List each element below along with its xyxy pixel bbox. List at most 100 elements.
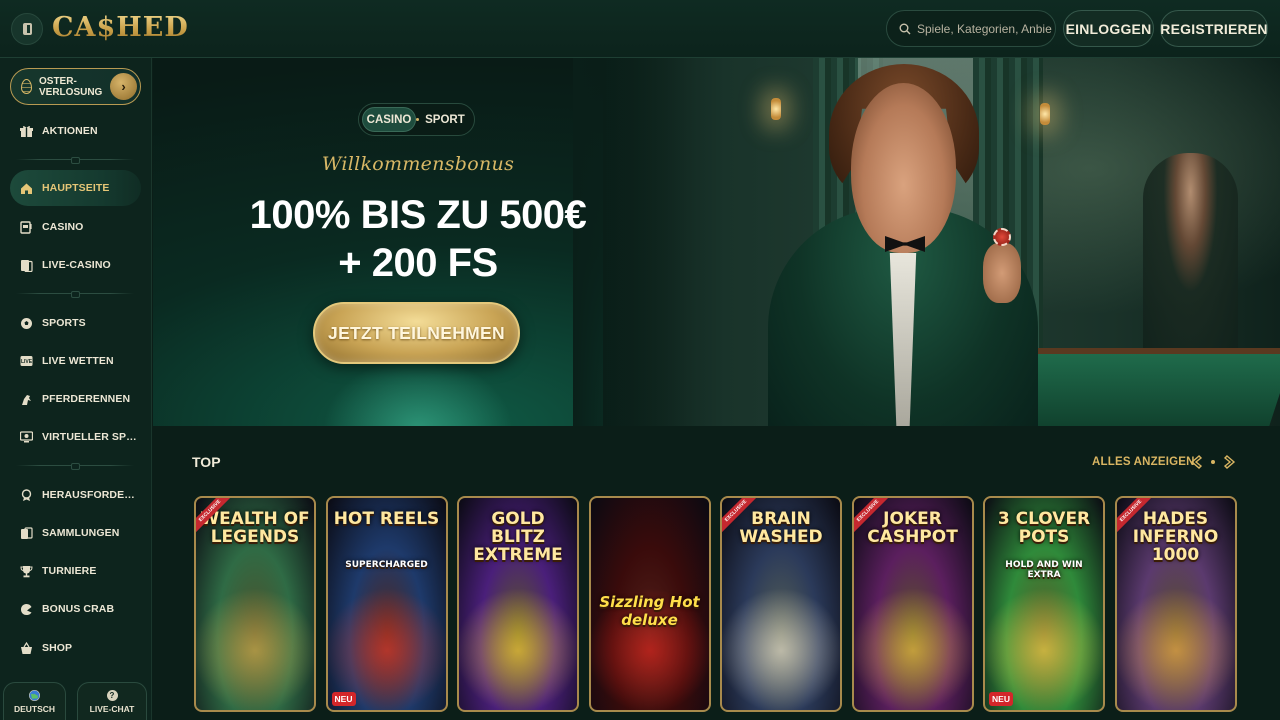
arrow-right-icon[interactable] xyxy=(1221,454,1237,470)
bonus-headline-line2: + 200 FS xyxy=(338,241,498,285)
hand xyxy=(983,243,1021,303)
crab-icon xyxy=(19,602,33,616)
sidebar-item-tournaments[interactable]: TURNIERE xyxy=(10,553,141,589)
sidebar-item-shop[interactable]: SHOP xyxy=(10,630,141,666)
hero-image xyxy=(603,58,1280,426)
game-subtitle: SUPERCHARGED xyxy=(345,560,428,570)
sidebar-item-label: AKTIONEN xyxy=(42,125,98,137)
toggle-casino[interactable]: CASINO xyxy=(362,107,417,132)
home-icon xyxy=(19,181,33,195)
game-tile[interactable]: Sizzling Hot deluxe xyxy=(588,496,711,712)
sidebar-item-challenges[interactable]: HERAUSFORDERUN... xyxy=(10,477,141,513)
easter-raffle-button[interactable]: OSTER- VERLOSUNG › xyxy=(10,68,141,105)
trophy-icon xyxy=(19,564,33,578)
game-artwork xyxy=(327,498,446,710)
sidebar-item-live-betting[interactable]: LIVE LIVE WETTEN xyxy=(10,343,141,379)
sidebar-item-bonus-crab[interactable]: BONUS CRAB xyxy=(10,591,141,627)
section-title-top: TOP xyxy=(192,454,221,470)
sidebar-item-label: SPORTS xyxy=(42,317,86,329)
sidebar-item-label: PFERDERENNEN xyxy=(42,393,131,405)
game-title: 3 CLOVER POTS xyxy=(997,509,1091,547)
sidebar-item-label: VIRTUELLER SPORT xyxy=(42,431,138,443)
logo[interactable]: CA$HED xyxy=(52,12,189,43)
help-icon: ? xyxy=(106,689,118,701)
carousel-arrows xyxy=(1189,453,1237,471)
egg-icon xyxy=(21,79,32,94)
sidebar-item-label: TURNIERE xyxy=(42,565,97,577)
game-title: BRAIN WASHED xyxy=(739,509,823,547)
search-icon xyxy=(899,23,911,35)
sidebar-item-label: SHOP xyxy=(42,642,73,654)
game-title: Sizzling Hot deluxe xyxy=(599,593,700,629)
game-tile[interactable]: 3 CLOVER POTS HOLD AND WIN EXTRA NEU xyxy=(983,496,1105,712)
cards-icon xyxy=(19,258,33,272)
show-all-link[interactable]: ALLES ANZEIGEN xyxy=(1092,456,1195,468)
toggle-sport[interactable]: SPORT xyxy=(419,107,471,132)
game-tile[interactable]: JOKER CASHPOT EXCLUSIVE xyxy=(851,496,974,712)
carousel-dot xyxy=(1211,460,1215,464)
sidebar-toggle-icon xyxy=(22,23,32,35)
sidebar-item-casino[interactable]: CASINO xyxy=(10,209,141,245)
game-tile[interactable]: GOLD BLITZ EXTREME xyxy=(457,496,579,712)
sidebar-item-label: HERAUSFORDERUN... xyxy=(42,489,138,501)
game-tile[interactable]: HADES INFERNO 1000 EXCLUSIVE xyxy=(1114,496,1237,712)
sidebar-item-label: CASINO xyxy=(42,221,84,233)
language-button[interactable]: DEUTSCH xyxy=(3,682,66,720)
sidebar-item-virtual-sports[interactable]: VIRTUELLER SPORT xyxy=(10,419,141,455)
challenge-icon xyxy=(19,488,33,502)
man-head xyxy=(851,83,956,253)
horse-icon xyxy=(19,392,33,406)
svg-text:LIVE: LIVE xyxy=(20,359,32,365)
game-tile[interactable]: BRAIN WASHED EXCLUSIVE xyxy=(720,496,842,712)
bonus-headline: 100% BIS ZU 500€ + 200 FS xyxy=(223,191,613,287)
login-button[interactable]: EINLOGGEN xyxy=(1063,10,1154,47)
language-label: DEUTSCH xyxy=(13,703,56,714)
search-box[interactable] xyxy=(886,10,1056,47)
slot-machine-icon xyxy=(19,220,33,234)
new-badge: NEU xyxy=(989,692,1013,706)
hero-banner[interactable]: CASINO SPORT Willkommensbonus 100% BIS Z… xyxy=(153,58,1280,426)
bonus-headline-line1: 100% BIS ZU 500€ xyxy=(249,193,587,237)
sidebar-item-horse-racing[interactable]: PFERDERENNEN xyxy=(10,381,141,417)
top-header: CA$HED EINLOGGEN REGISTRIEREN xyxy=(0,0,1280,58)
search-input[interactable] xyxy=(917,21,1052,36)
sidebar-item-label: LIVE-CASINO xyxy=(42,259,111,271)
virtual-sport-icon xyxy=(19,430,33,444)
arrow-left-icon[interactable] xyxy=(1189,454,1205,470)
top-games-row: WEALTH OF LEGENDS EXCLUSIVE HOT REELS SUPER… xyxy=(194,496,1240,712)
live-icon: LIVE xyxy=(19,354,33,368)
sidebar-item-promotions[interactable]: AKTIONEN xyxy=(10,113,141,149)
live-chat-label: LIVE-CHAT xyxy=(89,703,135,714)
game-tile[interactable]: WEALTH OF LEGENDS EXCLUSIVE xyxy=(194,496,316,712)
join-now-button[interactable]: JETZT TEILNEHMEN xyxy=(313,302,520,364)
game-tile[interactable]: HOT REELS SUPERCHARGED NEU xyxy=(325,496,448,712)
casino-table xyxy=(998,348,1280,426)
sidebar-item-label: SAMMLUNGEN xyxy=(42,527,120,539)
game-title: WEALTH OF LEGENDS xyxy=(200,509,310,547)
globe-icon xyxy=(29,689,40,701)
wall-lamp xyxy=(1040,103,1050,125)
welcome-bonus-subtitle: Willkommensbonus xyxy=(321,153,515,175)
game-subtitle: HOLD AND WIN EXTRA xyxy=(1005,560,1083,580)
game-title: GOLD BLITZ EXTREME xyxy=(473,509,563,565)
woman-figure xyxy=(1143,153,1238,368)
basket-icon xyxy=(19,641,33,655)
register-button[interactable]: REGISTRIEREN xyxy=(1160,10,1268,47)
cta-glow xyxy=(323,358,513,426)
sidebar-item-home[interactable]: HAUPTSEITE xyxy=(10,170,141,206)
live-chat-button[interactable]: ? LIVE-CHAT xyxy=(77,682,147,720)
gift-icon xyxy=(19,124,33,138)
sidebar-item-live-casino[interactable]: LIVE-CASINO xyxy=(10,247,141,283)
easter-raffle-label: OSTER- VERLOSUNG xyxy=(39,75,103,98)
new-badge: NEU xyxy=(331,692,356,706)
sidebar-toggle-button[interactable] xyxy=(11,13,43,45)
sidebar: OSTER- VERLOSUNG › AKTIONEN HAUPTSEITE C… xyxy=(0,58,152,720)
sidebar-divider xyxy=(16,157,134,164)
collection-icon xyxy=(19,526,33,540)
casino-sport-toggle[interactable]: CASINO SPORT xyxy=(358,103,475,136)
sidebar-item-label: BONUS CRAB xyxy=(42,603,115,615)
sidebar-item-label: LIVE WETTEN xyxy=(42,355,114,367)
sidebar-item-sports[interactable]: SPORTS xyxy=(10,305,141,341)
chevron-right-icon: › xyxy=(110,73,137,100)
sidebar-item-collections[interactable]: SAMMLUNGEN xyxy=(10,515,141,551)
